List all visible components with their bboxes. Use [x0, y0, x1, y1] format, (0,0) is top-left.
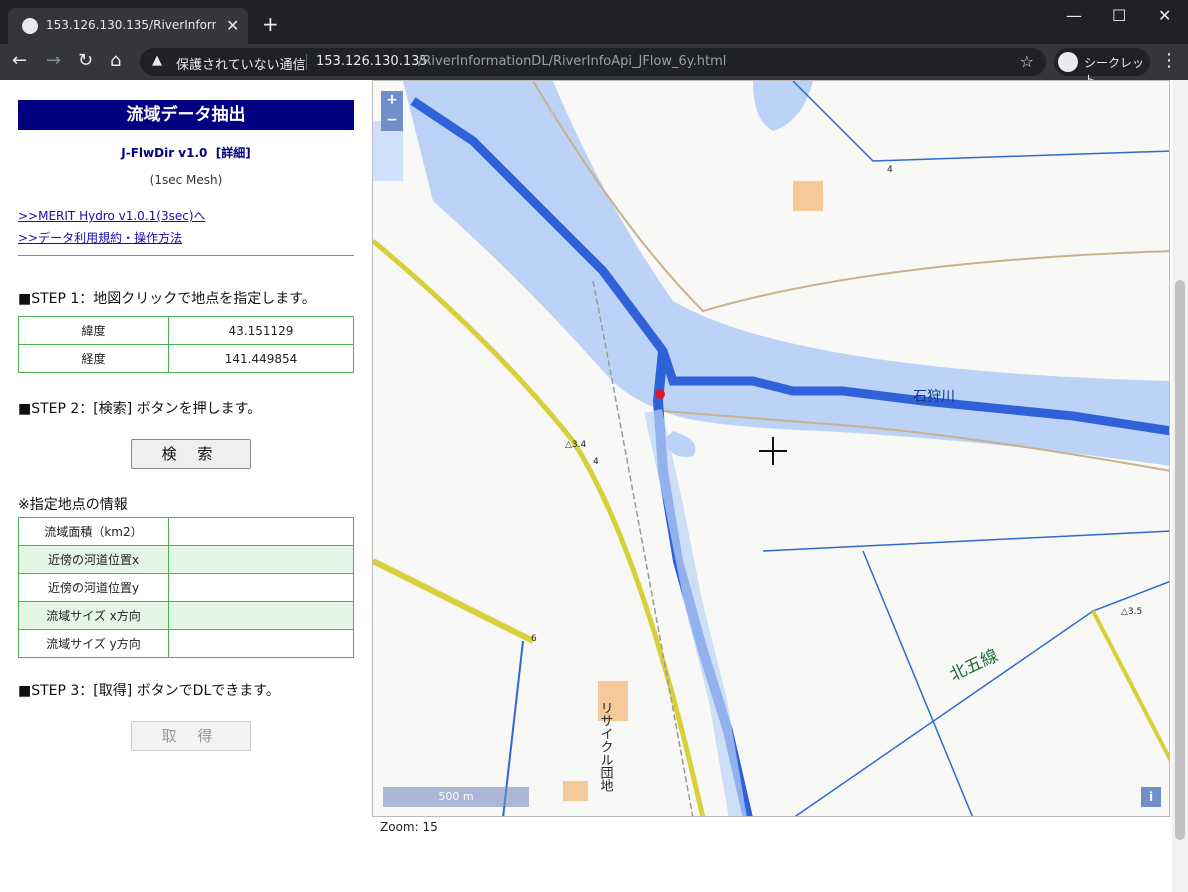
url-path: /RiverInformationDL/RiverInfoApi_JFlow_6…: [418, 54, 727, 69]
info-value: [168, 601, 354, 630]
lon-value: 141.449854: [168, 344, 354, 373]
incognito-icon: [1058, 52, 1078, 72]
reload-icon[interactable]: ↻: [78, 50, 93, 71]
step3-text: ■STEP 3：[取得] ボタンでDLできます。: [18, 683, 280, 699]
lon-label: 経度: [18, 344, 169, 373]
forward-icon[interactable]: →: [46, 50, 61, 71]
terms-link[interactable]: >>データ利用規約・操作方法: [18, 229, 182, 246]
road-yellow: [373, 558, 535, 644]
river-water: [403, 81, 1169, 466]
page-title: 流域データ抽出: [18, 100, 354, 130]
building: [563, 781, 588, 801]
info-label: 流域サイズ y方向: [18, 629, 169, 658]
info-table: 流域面積（km2） 近傍の河道位置x 近傍の河道位置y 流域サイズ x方向 流域…: [18, 517, 354, 658]
coords-table: 緯度 43.151129 経度 141.449854: [18, 316, 354, 373]
lat-label: 緯度: [18, 316, 169, 345]
mesh-text: (1sec Mesh): [149, 173, 223, 187]
zoom-out-button[interactable]: −: [381, 111, 403, 129]
info-label: 流域サイズ x方向: [18, 601, 169, 630]
map-view[interactable]: 石狩川 北五線 リサイクル団地 △3.4 △3.5 4 4 6 + − 500 …: [372, 80, 1170, 817]
lat-value: 43.151129: [168, 316, 354, 345]
divider: [18, 255, 354, 256]
table-row: 経度 141.449854: [18, 344, 354, 373]
zoom-level-text: Zoom: 15: [380, 820, 438, 834]
tab-title: 153.126.130.135/RiverInformatio: [46, 18, 216, 32]
elevation-label: △3.4: [565, 440, 587, 450]
elevation-label: △3.5: [1121, 607, 1142, 617]
info-label: 流域面積（km2）: [18, 517, 169, 546]
browser-tab-bar: 153.126.130.135/RiverInformatio ✕ + — ☐ …: [0, 0, 1188, 44]
step2-text: ■STEP 2：[検索] ボタンを押します。: [18, 401, 262, 417]
window-close-icon[interactable]: ✕: [1158, 6, 1171, 25]
info-button[interactable]: i: [1141, 787, 1161, 807]
version-line: J-FlwDir v1.0 [詳細]: [0, 144, 372, 161]
info-value: [168, 545, 354, 574]
browser-toolbar: ← → ↻ ⌂ ▲ 保護されていない通信 153.126.130.135 /Ri…: [0, 44, 1188, 87]
channel: [644, 409, 747, 816]
road: [792, 81, 1169, 162]
divider: [306, 54, 307, 70]
road: [794, 580, 1169, 816]
security-text: 保護されていない通信: [176, 58, 306, 73]
building: [793, 181, 823, 211]
zoom-in-button[interactable]: +: [381, 91, 403, 109]
road-yellow: [1091, 610, 1169, 762]
globe-icon: [22, 18, 38, 34]
scale-bar: 500 m: [383, 787, 529, 807]
river-label: 石狩川: [913, 389, 955, 405]
back-icon[interactable]: ←: [12, 50, 27, 71]
info-value: [168, 517, 354, 546]
kebab-menu-icon[interactable]: ⋮: [1160, 50, 1178, 71]
home-icon[interactable]: ⌂: [110, 50, 121, 71]
url-host: 153.126.130.135: [316, 54, 428, 69]
warning-icon: ▲: [152, 53, 162, 68]
close-tab-icon[interactable]: ✕: [226, 16, 239, 35]
road-number-label: 4: [593, 457, 599, 467]
map-canvas[interactable]: 石狩川 北五線 リサイクル団地 △3.4 △3.5 4 4 6: [373, 81, 1170, 817]
version-text: J-FlwDir v1.0: [121, 146, 208, 160]
info-value: [168, 629, 354, 658]
info-label: 近傍の河道位置y: [18, 573, 169, 602]
location-pin-icon: [655, 389, 665, 399]
info-heading: ※指定地点の情報: [18, 497, 128, 513]
info-label: 近傍の河道位置x: [18, 545, 169, 574]
table-row: 緯度 43.151129: [18, 316, 354, 345]
crosshair-cursor: [759, 437, 787, 465]
table-row: 近傍の河道位置y: [18, 573, 354, 602]
scrollbar-thumb[interactable]: [1175, 280, 1185, 840]
get-button[interactable]: 取 得: [131, 721, 251, 751]
incognito-badge[interactable]: シークレット: [1054, 48, 1150, 87]
new-tab-button[interactable]: +: [262, 12, 279, 36]
table-row: 近傍の河道位置x: [18, 545, 354, 574]
table-row: 流域サイズ y方向: [18, 629, 354, 658]
maximize-icon[interactable]: ☐: [1112, 6, 1126, 25]
info-value: [168, 573, 354, 602]
table-row: 流域サイズ x方向: [18, 601, 354, 630]
page-scrollbar[interactable]: [1172, 80, 1188, 892]
road-number-label: 4: [887, 165, 893, 175]
detail-link[interactable]: [詳細]: [216, 146, 251, 160]
table-row: 流域面積（km2）: [18, 517, 354, 546]
road-number-label: 6: [531, 634, 537, 644]
merit-hydro-link[interactable]: >>MERIT Hydro v1.0.1(3sec)へ: [18, 207, 206, 224]
address-bar[interactable]: ▲ 保護されていない通信 153.126.130.135 /RiverInfor…: [140, 48, 1046, 76]
bookmark-star-icon[interactable]: ☆: [1020, 52, 1034, 71]
search-button[interactable]: 検 索: [131, 439, 251, 469]
minimize-icon[interactable]: —: [1066, 6, 1082, 25]
step1-text: ■STEP 1：地図クリックで地点を指定します。: [18, 291, 316, 307]
pond: [753, 81, 813, 131]
road: [762, 530, 1169, 552]
area-label: リサイクル団地: [598, 701, 614, 792]
control-panel: 流域データ抽出 J-FlwDir v1.0 [詳細] (1sec Mesh) >…: [0, 80, 372, 892]
browser-tab[interactable]: 153.126.130.135/RiverInformatio ✕: [8, 8, 248, 44]
